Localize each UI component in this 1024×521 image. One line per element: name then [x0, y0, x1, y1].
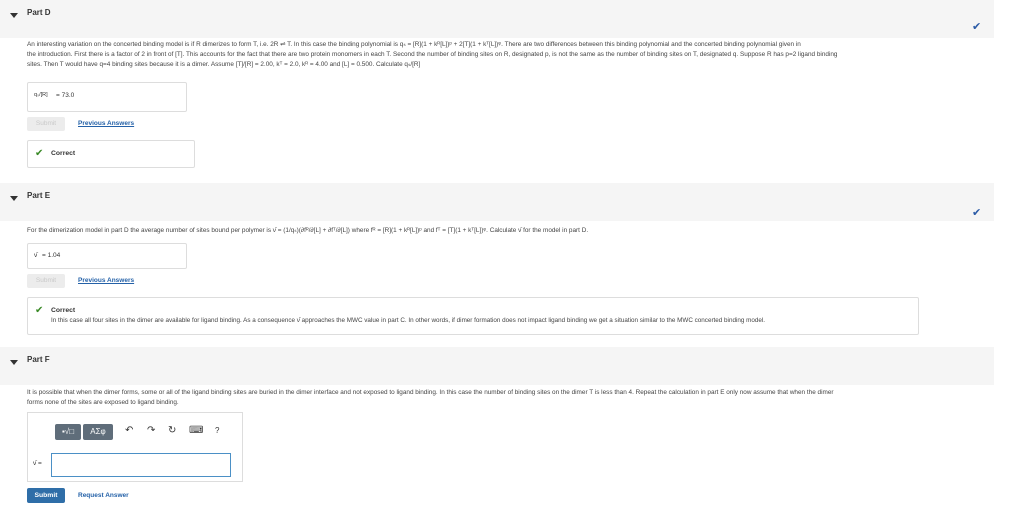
part-e-answer-label: ν̄: [34, 252, 38, 259]
part-d-answer-value: = 73.0: [56, 92, 75, 99]
symbols-button[interactable]: AΣφ: [83, 424, 113, 440]
part-d-submit-button[interactable]: Submit: [27, 117, 65, 131]
undo-icon[interactable]: ↶: [125, 425, 133, 436]
reset-icon[interactable]: ↻: [168, 425, 176, 436]
part-d-title: Part D: [27, 8, 51, 17]
part-e-answer-box: ν̄ = 1.04: [27, 243, 187, 269]
math-toolbar: ▪√□ AΣφ ↶ ↷ ↻ ⌨ ?: [55, 421, 225, 443]
correct-check-icon: ✔: [35, 305, 44, 316]
part-d-question: An interesting variation on the concerte…: [27, 40, 992, 70]
redo-icon[interactable]: ↷: [147, 425, 155, 436]
part-d-question-line-2: the introduction. First there is a facto…: [27, 51, 838, 58]
keyboard-icon[interactable]: ⌨: [189, 425, 203, 436]
help-icon[interactable]: ?: [215, 426, 219, 435]
caret-down-icon[interactable]: [10, 360, 18, 365]
part-d-question-line-1: An interesting variation on the concerte…: [27, 41, 801, 48]
part-e-previous-answers-link[interactable]: Previous Answers: [78, 277, 134, 284]
part-f-question-line-1: It is possible that when the dimer forms…: [27, 389, 834, 396]
part-f-answer-editor: ▪√□ AΣφ ↶ ↷ ↻ ⌨ ? ν̄ =: [27, 412, 243, 482]
request-answer-link[interactable]: Request Answer: [78, 492, 129, 499]
part-f-answer-label: ν̄ =: [33, 460, 42, 467]
templates-button[interactable]: ▪√□: [55, 424, 81, 440]
part-e-feedback-title: Correct: [51, 307, 76, 314]
part-e-feedback-box: ✔ Correct In this case all four sites in…: [27, 297, 919, 335]
part-e-complete-check-icon: ✔: [972, 207, 982, 219]
part-d-answer-label: qₛ/[R]: [34, 92, 48, 98]
part-d-complete-check-icon: ✔: [972, 21, 982, 33]
correct-check-icon: ✔: [35, 148, 44, 159]
part-d-feedback-box: ✔ Correct: [27, 140, 195, 168]
part-f-answer-input[interactable]: [51, 453, 231, 477]
part-f-submit-button[interactable]: Submit: [27, 488, 65, 503]
caret-down-icon[interactable]: [10, 196, 18, 201]
part-e-feedback-description: In this case all four sites in the dimer…: [51, 317, 766, 324]
part-d-question-line-3: sites. Then T would have q=4 binding sit…: [27, 61, 421, 68]
part-d-previous-answers-link[interactable]: Previous Answers: [78, 120, 134, 127]
part-f-question: It is possible that when the dimer forms…: [27, 388, 992, 408]
part-e-submit-button[interactable]: Submit: [27, 274, 65, 288]
part-f-header[interactable]: Part F: [0, 347, 994, 385]
part-e-answer-value: = 1.04: [42, 252, 61, 259]
part-d-feedback-title: Correct: [51, 150, 76, 157]
part-e-question: For the dimerization model in part D the…: [27, 227, 589, 234]
part-d-answer-box: qₛ/[R] = 73.0: [27, 82, 187, 112]
part-e-title: Part E: [27, 191, 51, 200]
part-d-header[interactable]: Part D: [0, 0, 994, 38]
part-f-question-line-2: forms none of the sites are exposed to l…: [27, 399, 179, 406]
caret-down-icon[interactable]: [10, 13, 18, 18]
part-f-title: Part F: [27, 355, 50, 364]
part-e-header[interactable]: Part E: [0, 183, 994, 221]
